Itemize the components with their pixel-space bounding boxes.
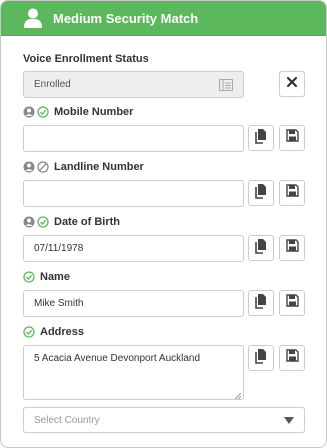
copy-address-button[interactable]	[248, 345, 274, 371]
name-label-row: Name	[23, 270, 70, 284]
voice-enrollment-value: Enrolled	[34, 79, 71, 90]
copy-mobile-button[interactable]	[248, 125, 274, 151]
person-icon	[23, 161, 35, 173]
panel-header: Medium Security Match	[1, 1, 326, 36]
save-landline-button[interactable]	[279, 180, 305, 206]
save-icon	[285, 184, 299, 202]
user-icon	[23, 7, 43, 29]
resize-handle-icon[interactable]	[234, 391, 242, 400]
mobile-label: Mobile Number	[54, 106, 134, 118]
name-label: Name	[40, 271, 70, 283]
country-select[interactable]: Select Country	[23, 407, 305, 433]
save-dob-button[interactable]	[279, 235, 305, 261]
save-icon	[285, 294, 299, 312]
check-circle-icon	[23, 271, 35, 283]
dob-label: Date of Birth	[54, 216, 120, 228]
save-icon	[285, 349, 299, 367]
dob-input[interactable]: 07/11/1978	[23, 235, 244, 262]
caret-down-icon	[284, 417, 294, 425]
voice-enrollment-field: Enrolled	[23, 71, 244, 98]
voice-enrollment-label: Voice Enrollment Status	[23, 53, 149, 65]
copy-icon	[254, 183, 268, 204]
mobile-label-row: Mobile Number	[23, 105, 133, 119]
copy-landline-button[interactable]	[248, 180, 274, 206]
save-mobile-button[interactable]	[279, 125, 305, 151]
country-placeholder: Select Country	[34, 414, 100, 426]
check-circle-icon	[37, 216, 49, 228]
address-label: Address	[40, 326, 85, 338]
security-match-panel: Medium Security Match Voice Enrollment S…	[0, 0, 327, 448]
copy-icon	[254, 128, 268, 149]
address-textarea[interactable]: 5 Acacia Avenue Devonport Auckland	[23, 345, 244, 400]
panel-title: Medium Security Match	[53, 10, 199, 26]
landline-label-row: Landline Number	[23, 160, 144, 174]
save-name-button[interactable]	[279, 290, 305, 316]
name-input[interactable]: Mike Smith	[23, 290, 244, 317]
list-icon	[219, 79, 233, 91]
landline-input[interactable]	[23, 180, 244, 207]
copy-icon	[254, 348, 268, 369]
copy-name-button[interactable]	[248, 290, 274, 316]
check-circle-icon	[37, 106, 49, 118]
person-icon	[23, 216, 35, 228]
mobile-input[interactable]	[23, 125, 244, 152]
address-label-row: Address	[23, 325, 84, 339]
copy-icon	[254, 293, 268, 314]
save-address-button[interactable]	[279, 345, 305, 371]
close-icon	[286, 75, 298, 93]
save-icon	[285, 239, 299, 257]
dob-label-row: Date of Birth	[23, 215, 120, 229]
save-icon	[285, 129, 299, 147]
blocked-circle-icon	[37, 161, 49, 173]
clear-voice-button[interactable]	[279, 71, 305, 97]
copy-icon	[254, 238, 268, 259]
address-value: 5 Acacia Avenue Devonport Auckland	[34, 353, 201, 364]
copy-dob-button[interactable]	[248, 235, 274, 261]
voice-enrollment-label-row: Voice Enrollment Status	[23, 52, 149, 66]
landline-label: Landline Number	[54, 161, 144, 173]
person-icon	[23, 106, 35, 118]
check-circle-icon	[23, 326, 35, 338]
